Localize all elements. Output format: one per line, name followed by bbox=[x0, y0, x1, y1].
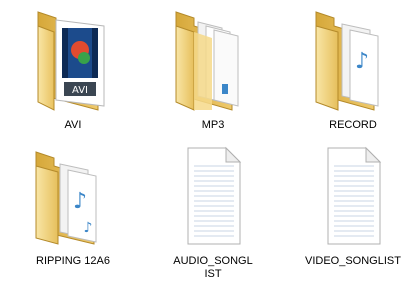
svg-text:♪: ♪ bbox=[355, 49, 369, 74]
folder-label: RIPPING 12A6 bbox=[36, 255, 110, 267]
file-grid: AVI AVI MP3 ♪ RECORD ♪ ♪ RIPPING 12A6 AU… bbox=[0, 0, 414, 286]
text-file-icon bbox=[187, 146, 242, 245]
file-label: AUDIO_SONGLIST bbox=[173, 255, 253, 280]
svg-text:♪: ♪ bbox=[84, 220, 93, 236]
svg-text:AVI: AVI bbox=[72, 85, 88, 96]
folder-label: MP3 bbox=[201, 119, 225, 131]
file-label: VIDEO_SONGLIST bbox=[305, 255, 401, 267]
folder-music-icon: ♪ ♪ bbox=[35, 151, 97, 245]
folder-documents-icon bbox=[175, 11, 239, 111]
folder-music-icon: ♪ bbox=[315, 11, 379, 111]
folder-label: RECORD bbox=[329, 119, 377, 131]
folder-video-icon: AVI bbox=[37, 11, 105, 111]
text-file-icon bbox=[327, 146, 382, 245]
folder-label: AVI bbox=[64, 119, 82, 131]
svg-text:♪: ♪ bbox=[73, 189, 87, 214]
